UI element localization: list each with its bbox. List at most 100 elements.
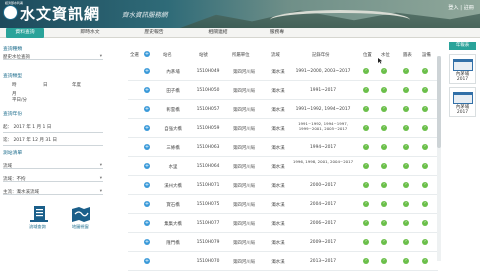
login-register-link[interactable]: 登入 | 註冊	[448, 4, 474, 11]
level-link-icon[interactable]: ›	[381, 106, 387, 112]
row-expand-icon[interactable]: +	[144, 220, 150, 226]
chart-link-icon[interactable]: ›	[403, 182, 409, 188]
row-expand-icon[interactable]: +	[144, 106, 150, 112]
chart-link-icon[interactable]: ›	[403, 68, 409, 74]
level-link-icon[interactable]: ›	[381, 125, 387, 131]
table-row[interactable]: + 內茅埔 1510H049 第四河川局 濁水溪 1991~2000, 2003~2017…	[128, 62, 438, 81]
row-expand-icon[interactable]: +	[144, 144, 150, 150]
position-link-icon[interactable]: ›	[363, 239, 369, 245]
nav-item-realtime[interactable]: 即時水文	[72, 28, 108, 38]
row-expand-icon[interactable]: +	[144, 163, 150, 169]
cell-name: 隆門橋	[166, 241, 180, 246]
query-type-select[interactable]: 歷史水位查詢 ▾	[3, 54, 103, 60]
period-option-avg[interactable]: 平日/分	[12, 97, 27, 103]
level-link-icon[interactable]: ›	[381, 239, 387, 245]
map-window-label[interactable]: 地圖視窗	[72, 224, 89, 230]
level-link-icon[interactable]: ›	[381, 68, 387, 74]
chart-link-icon[interactable]: ›	[403, 106, 409, 112]
position-link-icon[interactable]: ›	[363, 68, 369, 74]
start-year-select[interactable]: 2017	[13, 125, 24, 130]
row-expand-icon[interactable]: +	[144, 68, 150, 74]
position-link-icon[interactable]: ›	[363, 220, 369, 226]
chart-link-icon[interactable]: ›	[403, 125, 409, 131]
position-link-icon[interactable]: ›	[363, 125, 369, 131]
position-link-icon[interactable]: ›	[363, 144, 369, 150]
table-row[interactable]: +1510H070 第四河川局 濁水溪 2013~2017 › › › ›	[128, 252, 438, 271]
basin-select[interactable]: 流域 ▾	[3, 163, 103, 169]
basin-query-button[interactable]	[28, 205, 58, 225]
period-option-year[interactable]: 年度	[72, 82, 81, 88]
table-row[interactable]: + 集集大橋 1510H077 第四河川局 濁水溪 2006~2017 › › › ›	[128, 214, 438, 233]
level-link-icon[interactable]: ›	[381, 144, 387, 150]
device-link-icon[interactable]: ›	[422, 106, 428, 112]
table-row[interactable]: + 自強大橋 1510H059 第四河川局 濁水溪 1991~1992, 1994~199…	[128, 119, 438, 138]
period-option-hour[interactable]: 時	[12, 82, 17, 88]
level-link-icon[interactable]: ›	[381, 258, 387, 264]
table-row[interactable]: + 田子橋 1510H050 第四河川局 濁水溪 1991~2017 › › › ›	[128, 81, 438, 100]
position-link-icon[interactable]: ›	[363, 163, 369, 169]
chart-link-icon[interactable]: ›	[403, 87, 409, 93]
end-year-select[interactable]: 2017	[13, 138, 24, 143]
row-expand-icon[interactable]: +	[144, 87, 150, 93]
table-scrollbar[interactable]	[437, 56, 441, 261]
device-link-icon[interactable]: ›	[422, 182, 428, 188]
device-link-icon[interactable]: ›	[422, 68, 428, 74]
table-row[interactable]: + 隆門橋 1510H079 第四河川局 濁水溪 2009~2017 › › › ›	[128, 233, 438, 252]
device-link-icon[interactable]: ›	[422, 144, 428, 150]
position-link-icon[interactable]: ›	[363, 258, 369, 264]
start-day-select[interactable]: 1	[43, 125, 46, 130]
chart-link-icon[interactable]: ›	[403, 201, 409, 207]
position-link-icon[interactable]: ›	[363, 106, 369, 112]
row-expand-icon[interactable]: +	[144, 258, 150, 264]
period-option-day[interactable]: 日	[43, 82, 48, 88]
scrollbar-thumb[interactable]	[437, 56, 441, 148]
device-link-icon[interactable]: ›	[422, 220, 428, 226]
end-month-select[interactable]: 12	[32, 138, 38, 143]
nav-item-service[interactable]: 服務專	[262, 28, 292, 38]
table-row[interactable]: + 寶石橋 1510H075 第四河川局 濁水溪 2004~2017 › › › ›	[128, 195, 438, 214]
annual-report-card[interactable]: 內茅埔 2017	[449, 87, 476, 117]
row-expand-icon[interactable]: +	[144, 239, 150, 245]
row-expand-icon[interactable]: +	[144, 201, 150, 207]
device-link-icon[interactable]: ›	[422, 163, 428, 169]
table-row[interactable]: + 彰雲橋 1510H057 第四河川局 濁水溪 1991~1992, 1994~2017…	[128, 100, 438, 119]
level-link-icon[interactable]: ›	[381, 220, 387, 226]
position-link-icon[interactable]: ›	[363, 201, 369, 207]
table-row[interactable]: + 溪州大橋 1510H071 第四河川局 濁水溪 2000~2017 › › › ›	[128, 176, 438, 195]
chart-link-icon[interactable]: ›	[403, 239, 409, 245]
logo-icon[interactable]	[3, 5, 18, 20]
row-expand-icon[interactable]: +	[144, 182, 150, 188]
level-link-icon[interactable]: ›	[381, 182, 387, 188]
annual-report-card[interactable]: 內茅埔 2017	[449, 54, 476, 84]
end-day-select[interactable]: 31	[45, 138, 51, 143]
level-link-icon[interactable]: ›	[381, 201, 387, 207]
nav-item-query[interactable]: 資料查詢	[6, 28, 44, 38]
map-window-button[interactable]	[70, 205, 100, 225]
position-link-icon[interactable]: ›	[363, 87, 369, 93]
select-all-toggle-icon[interactable]: +	[144, 51, 150, 57]
table-row[interactable]: + 水里 1510H064 第四河川局 濁水溪 1996, 1998, 2001, 200…	[128, 157, 438, 176]
device-link-icon[interactable]: ›	[422, 201, 428, 207]
device-link-icon[interactable]: ›	[422, 87, 428, 93]
device-link-icon[interactable]: ›	[422, 125, 428, 131]
chart-link-icon[interactable]: ›	[403, 163, 409, 169]
station-list-title: 測站清單	[3, 151, 23, 156]
nav-item-history[interactable]: 歷史報告	[136, 28, 172, 38]
device-link-icon[interactable]: ›	[422, 258, 428, 264]
device-link-icon[interactable]: ›	[422, 239, 428, 245]
table-row[interactable]: + 三條橋 1510H063 第四河川局 濁水溪 1994~2017 › › › ›	[128, 138, 438, 157]
basin-query-label[interactable]: 流域查詢	[29, 224, 46, 230]
select-all-label[interactable]: 全選	[130, 52, 139, 58]
level-link-icon[interactable]: ›	[381, 163, 387, 169]
river-select[interactable]: 主流：濁水溪流域 ▾	[3, 189, 103, 195]
chart-link-icon[interactable]: ›	[403, 144, 409, 150]
position-link-icon[interactable]: ›	[363, 182, 369, 188]
chart-link-icon[interactable]: ›	[403, 258, 409, 264]
level-link-icon[interactable]: ›	[381, 87, 387, 93]
site-title[interactable]: 水文資訊網	[20, 3, 100, 24]
row-expand-icon[interactable]: +	[144, 125, 150, 131]
nav-item-links[interactable]: 相關連結	[200, 28, 236, 38]
basin-filter-select[interactable]: 流域：不拘 ▾	[3, 176, 103, 182]
chart-link-icon[interactable]: ›	[403, 220, 409, 226]
start-month-select[interactable]: 1	[32, 125, 35, 130]
